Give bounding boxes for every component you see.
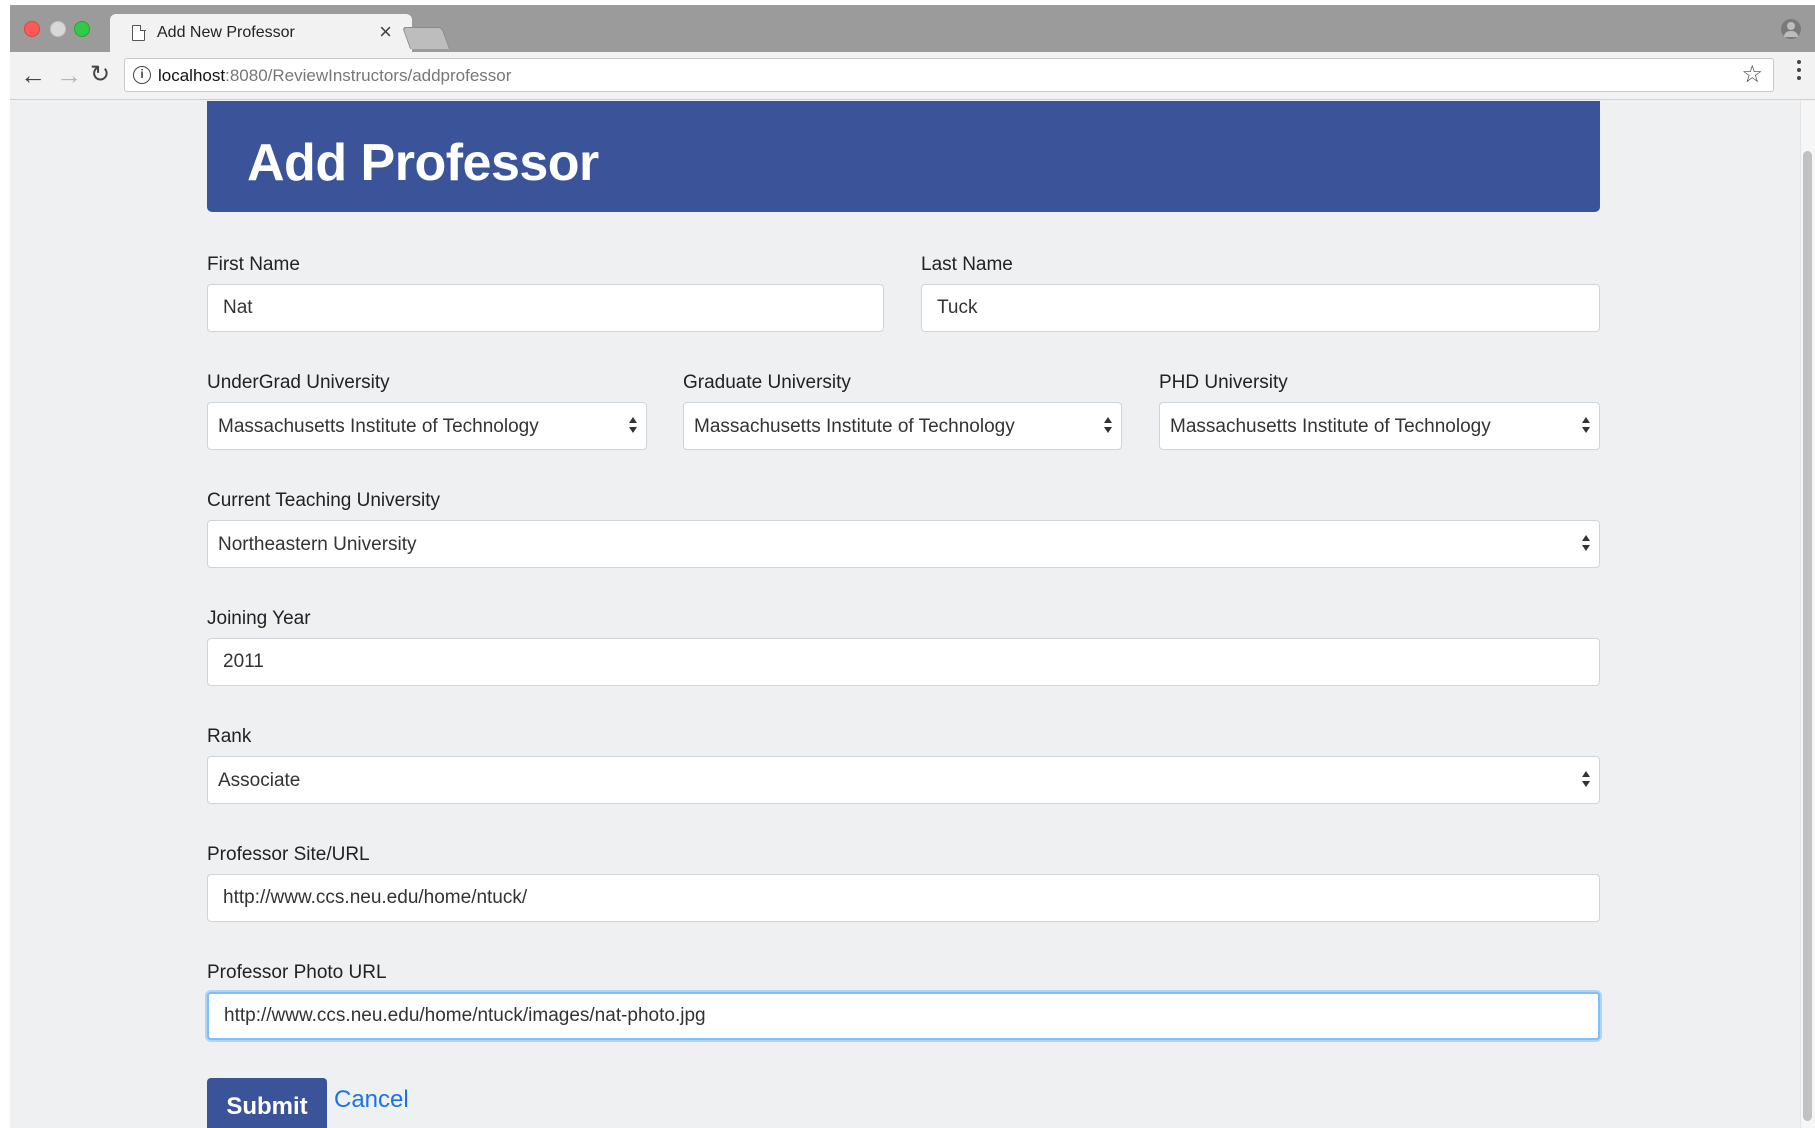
last-name-label: Last Name <box>921 254 1013 275</box>
url-text: localhost:8080/ReviewInstructors/addprof… <box>158 66 511 86</box>
graduate-university-value: Massachusetts Institute of Technology <box>694 416 1015 437</box>
undergrad-university-value: Massachusetts Institute of Technology <box>218 416 539 437</box>
select-arrows-icon <box>1581 767 1591 793</box>
first-name-label: First Name <box>207 254 300 275</box>
browser-menu-icon[interactable] <box>1797 60 1801 82</box>
select-arrows-icon <box>1103 413 1113 439</box>
page-header-banner: Add Professor <box>207 101 1600 212</box>
submit-button[interactable]: Submit <box>207 1078 327 1128</box>
last-name-input[interactable] <box>921 284 1600 332</box>
rank-label: Rank <box>207 726 252 747</box>
page-title: Add Professor <box>247 134 599 192</box>
tab-title: Add New Professor <box>157 24 295 41</box>
site-url-input[interactable] <box>207 874 1600 922</box>
select-arrows-icon <box>1581 413 1591 439</box>
tab-close-icon[interactable]: × <box>379 20 392 44</box>
address-bar[interactable]: i localhost:8080/ReviewInstructors/addpr… <box>124 58 1774 92</box>
browser-window: Add New Professor × ← → ↻ i localhost:80… <box>10 5 1815 1128</box>
select-arrows-icon <box>1581 531 1591 557</box>
tab-add-new-professor[interactable]: Add New Professor × <box>110 14 412 52</box>
undergrad-university-select[interactable]: Massachusetts Institute of Technology <box>207 402 647 450</box>
graduate-university-label: Graduate University <box>683 372 851 393</box>
rank-select[interactable]: Associate <box>207 756 1600 804</box>
undergrad-university-label: UnderGrad University <box>207 372 390 393</box>
profile-icon[interactable] <box>1781 19 1801 39</box>
bookmark-star-icon[interactable]: ☆ <box>1741 61 1763 89</box>
back-arrow-icon[interactable]: ← <box>20 60 46 90</box>
url-path: :8080/ReviewInstructors/addprofessor <box>225 66 512 85</box>
first-name-input[interactable] <box>207 284 884 332</box>
info-icon[interactable]: i <box>133 66 151 84</box>
phd-university-label: PHD University <box>1159 372 1288 393</box>
minimize-window-button[interactable] <box>50 21 66 37</box>
url-host: localhost <box>158 66 226 85</box>
photo-url-input[interactable] <box>207 992 1600 1040</box>
joining-year-label: Joining Year <box>207 608 311 629</box>
new-tab-button[interactable] <box>401 27 451 49</box>
vertical-scrollbar[interactable] <box>1800 101 1815 1128</box>
phd-university-select[interactable]: Massachusetts Institute of Technology <box>1159 402 1600 450</box>
browser-toolbar: ← → ↻ i localhost:8080/ReviewInstructors… <box>10 52 1815 100</box>
close-window-button[interactable] <box>24 21 40 37</box>
site-url-label: Professor Site/URL <box>207 844 370 865</box>
phd-university-value: Massachusetts Institute of Technology <box>1170 416 1491 437</box>
graduate-university-select[interactable]: Massachusetts Institute of Technology <box>683 402 1122 450</box>
joining-year-input[interactable] <box>207 638 1600 686</box>
current-university-select[interactable]: Northeastern University <box>207 520 1600 568</box>
current-university-label: Current Teaching University <box>207 490 441 511</box>
document-icon <box>132 24 146 41</box>
scrollbar-thumb[interactable] <box>1803 151 1812 1121</box>
photo-url-label: Professor Photo URL <box>207 962 387 983</box>
page-content: Add Professor First Name Last Name Under… <box>10 101 1815 1128</box>
forward-arrow-icon[interactable]: → <box>56 60 82 90</box>
current-university-value: Northeastern University <box>218 534 417 555</box>
maximize-window-button[interactable] <box>74 21 90 37</box>
tab-strip: Add New Professor × <box>10 5 1815 52</box>
rank-value: Associate <box>218 770 301 791</box>
cancel-link[interactable]: Cancel <box>334 1086 409 1114</box>
select-arrows-icon <box>628 413 638 439</box>
reload-icon[interactable]: ↻ <box>90 60 110 90</box>
